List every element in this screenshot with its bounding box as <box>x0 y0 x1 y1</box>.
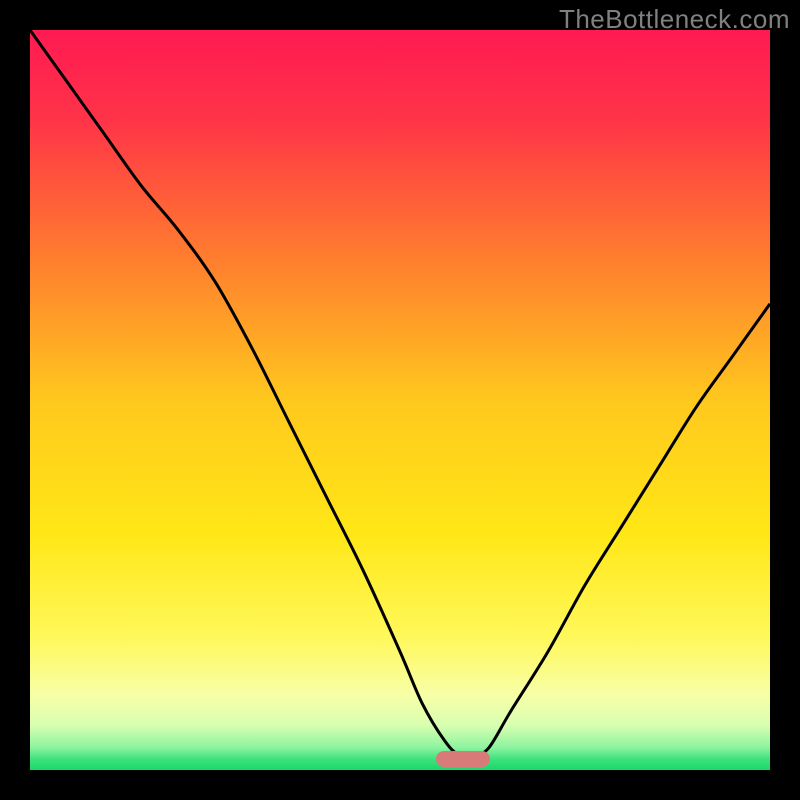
chart-frame: TheBottleneck.com <box>0 0 800 800</box>
bottleneck-curve <box>30 30 770 770</box>
plot-area <box>30 30 770 770</box>
optimum-marker <box>436 751 490 767</box>
watermark-text: TheBottleneck.com <box>559 4 790 35</box>
curve-path <box>30 30 770 757</box>
